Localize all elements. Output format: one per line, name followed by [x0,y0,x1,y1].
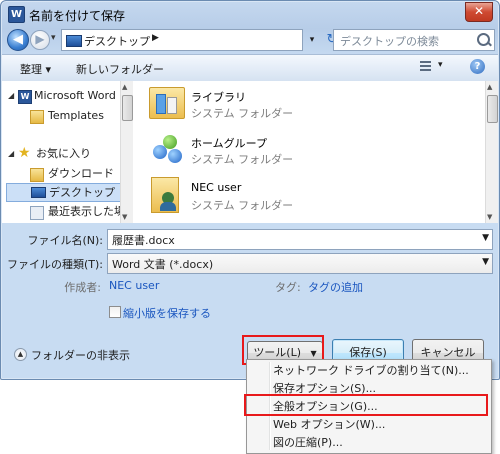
general-options-highlight-box [244,394,488,416]
folder-icon [30,110,44,124]
search-placeholder: デスクトップの検索 [340,35,439,48]
sidebar-item-label: デスクトップ [49,186,115,199]
homegroup-icon [151,133,183,165]
file-name: ホームグループ [191,137,268,150]
word-app-icon: W [8,6,25,23]
navigation-bar: ◀ ▶ ▾ デスクトップ ▶ ▾ ↻ デスクトップの検索 [1,27,499,53]
file-type: システム フォルダー [191,199,294,212]
file-type: システム フォルダー [191,153,294,166]
forward-button[interactable]: ▶ [30,30,50,50]
sidebar-item-label: ダウンロード [48,167,114,180]
user-folder-icon [151,177,179,213]
collapse-up-icon[interactable]: ▲ [14,348,27,361]
navigation-pane: ◢ W Microsoft Word Templates ◢ ★ お気に入り ダ… [2,81,133,223]
chevron-down-icon: ▾ [438,60,443,70]
scrollbar-thumb[interactable] [122,95,133,121]
filename-label: ファイル名(N): [27,234,103,247]
file-item-nec-user[interactable]: NEC user システム フォルダー [147,175,467,219]
search-icon [477,33,490,46]
breadcrumb-arrow-icon[interactable]: ▶ [152,33,159,43]
sidebar-item-label: お気に入り [36,147,91,160]
view-icon [420,61,431,72]
file-name: NEC user [191,181,242,194]
command-bar: 整理 ▾ 新しいフォルダー ▾ ? [2,54,498,82]
new-folder-button[interactable]: 新しいフォルダー [76,61,164,77]
filetype-value: Word 文書 (*.docx) [112,258,214,271]
chevron-down-icon[interactable]: ▼ [482,257,489,267]
sidebar-item-desktop[interactable]: デスクトップ [6,183,122,202]
sidebar-item-recent-places[interactable]: 最近表示した場所 [2,203,120,221]
sidebar-item-label: Microsoft Word [34,89,116,102]
menu-item-compress-pictures[interactable]: 図の圧縮(P)... [273,434,343,452]
file-list: ライブラリ システム フォルダー ホームグループ システム フォルダー NEC … [133,81,498,223]
chevron-down-icon[interactable]: ▼ [482,233,489,243]
add-tag-link[interactable]: タグの追加 [308,279,363,295]
search-input[interactable]: デスクトップの検索 [333,29,495,51]
desktop-icon [66,35,82,47]
tag-label: タグ: [275,281,301,294]
scroll-down-icon[interactable]: ▼ [487,213,492,221]
organize-button[interactable]: 整理 ▾ [20,61,51,77]
sidebar-item-favorites[interactable]: ◢ ★ お気に入り [2,145,120,163]
scroll-up-icon[interactable]: ▲ [487,83,492,91]
save-thumbnail-label[interactable]: 縮小版を保存する [123,305,211,321]
scroll-down-icon[interactable]: ▼ [122,213,127,221]
back-button[interactable]: ◀ [7,29,29,51]
collapse-icon[interactable]: ◢ [8,87,14,105]
author-label: 作成者: [64,281,101,294]
save-as-dialog: W 名前を付けて保存 ✕ ◀ ▶ ▾ デスクトップ ▶ ▾ ↻ デスクトップの検… [0,0,500,380]
hide-folders-button[interactable]: フォルダーの非表示 [31,347,130,363]
help-icon[interactable]: ? [470,59,485,74]
library-icon [149,87,185,119]
address-text: デスクトップ [84,35,150,48]
file-item-library[interactable]: ライブラリ システム フォルダー [147,83,467,127]
scrollbar-thumb[interactable] [487,95,498,123]
download-icon [30,168,44,182]
file-type: システム フォルダー [191,107,294,120]
filename-field[interactable]: 履歴書.docx ▼ [107,229,493,250]
dialog-title: 名前を付けて保存 [29,9,126,23]
sidebar-item-label: 最近表示した場所 [48,205,120,218]
desktop-icon [31,187,46,198]
recent-icon [30,206,44,220]
sidebar-item-label: Templates [48,109,104,122]
filename-value: 履歴書.docx [112,234,175,247]
menu-item-web-options[interactable]: Web オプション(W)... [273,416,385,434]
navigation-scrollbar[interactable]: ▲ ▼ [120,81,133,223]
close-button[interactable]: ✕ [465,2,493,22]
recent-pages-dropdown[interactable]: ▾ [51,33,56,43]
menu-item-map-network-drive[interactable]: ネットワーク ドライブの割り当て(N)... [273,362,469,380]
collapse-icon[interactable]: ◢ [8,145,14,163]
title-bar: W 名前を付けて保存 ✕ [1,1,499,27]
filetype-select[interactable]: Word 文書 (*.docx) ▼ [107,253,493,274]
word-icon: W [18,90,32,104]
author-value[interactable]: NEC user [109,279,159,292]
change-view-button[interactable]: ▾ [420,59,448,75]
sidebar-item-microsoft-word[interactable]: ◢ W Microsoft Word [2,87,120,105]
filetype-label: ファイルの種類(T): [7,258,104,271]
scroll-up-icon[interactable]: ▲ [122,83,127,91]
sidebar-item-templates[interactable]: Templates [2,107,120,125]
star-icon: ★ [18,145,31,161]
address-dropdown[interactable]: ▾ [305,30,319,50]
sidebar-item-downloads[interactable]: ダウンロード [2,165,120,183]
address-bar[interactable]: デスクトップ ▶ [61,29,303,51]
file-name: ライブラリ [191,91,246,104]
file-item-homegroup[interactable]: ホームグループ システム フォルダー [147,129,467,173]
file-list-scrollbar[interactable]: ▲ ▼ [485,81,498,223]
save-thumbnail-checkbox[interactable] [109,306,121,318]
